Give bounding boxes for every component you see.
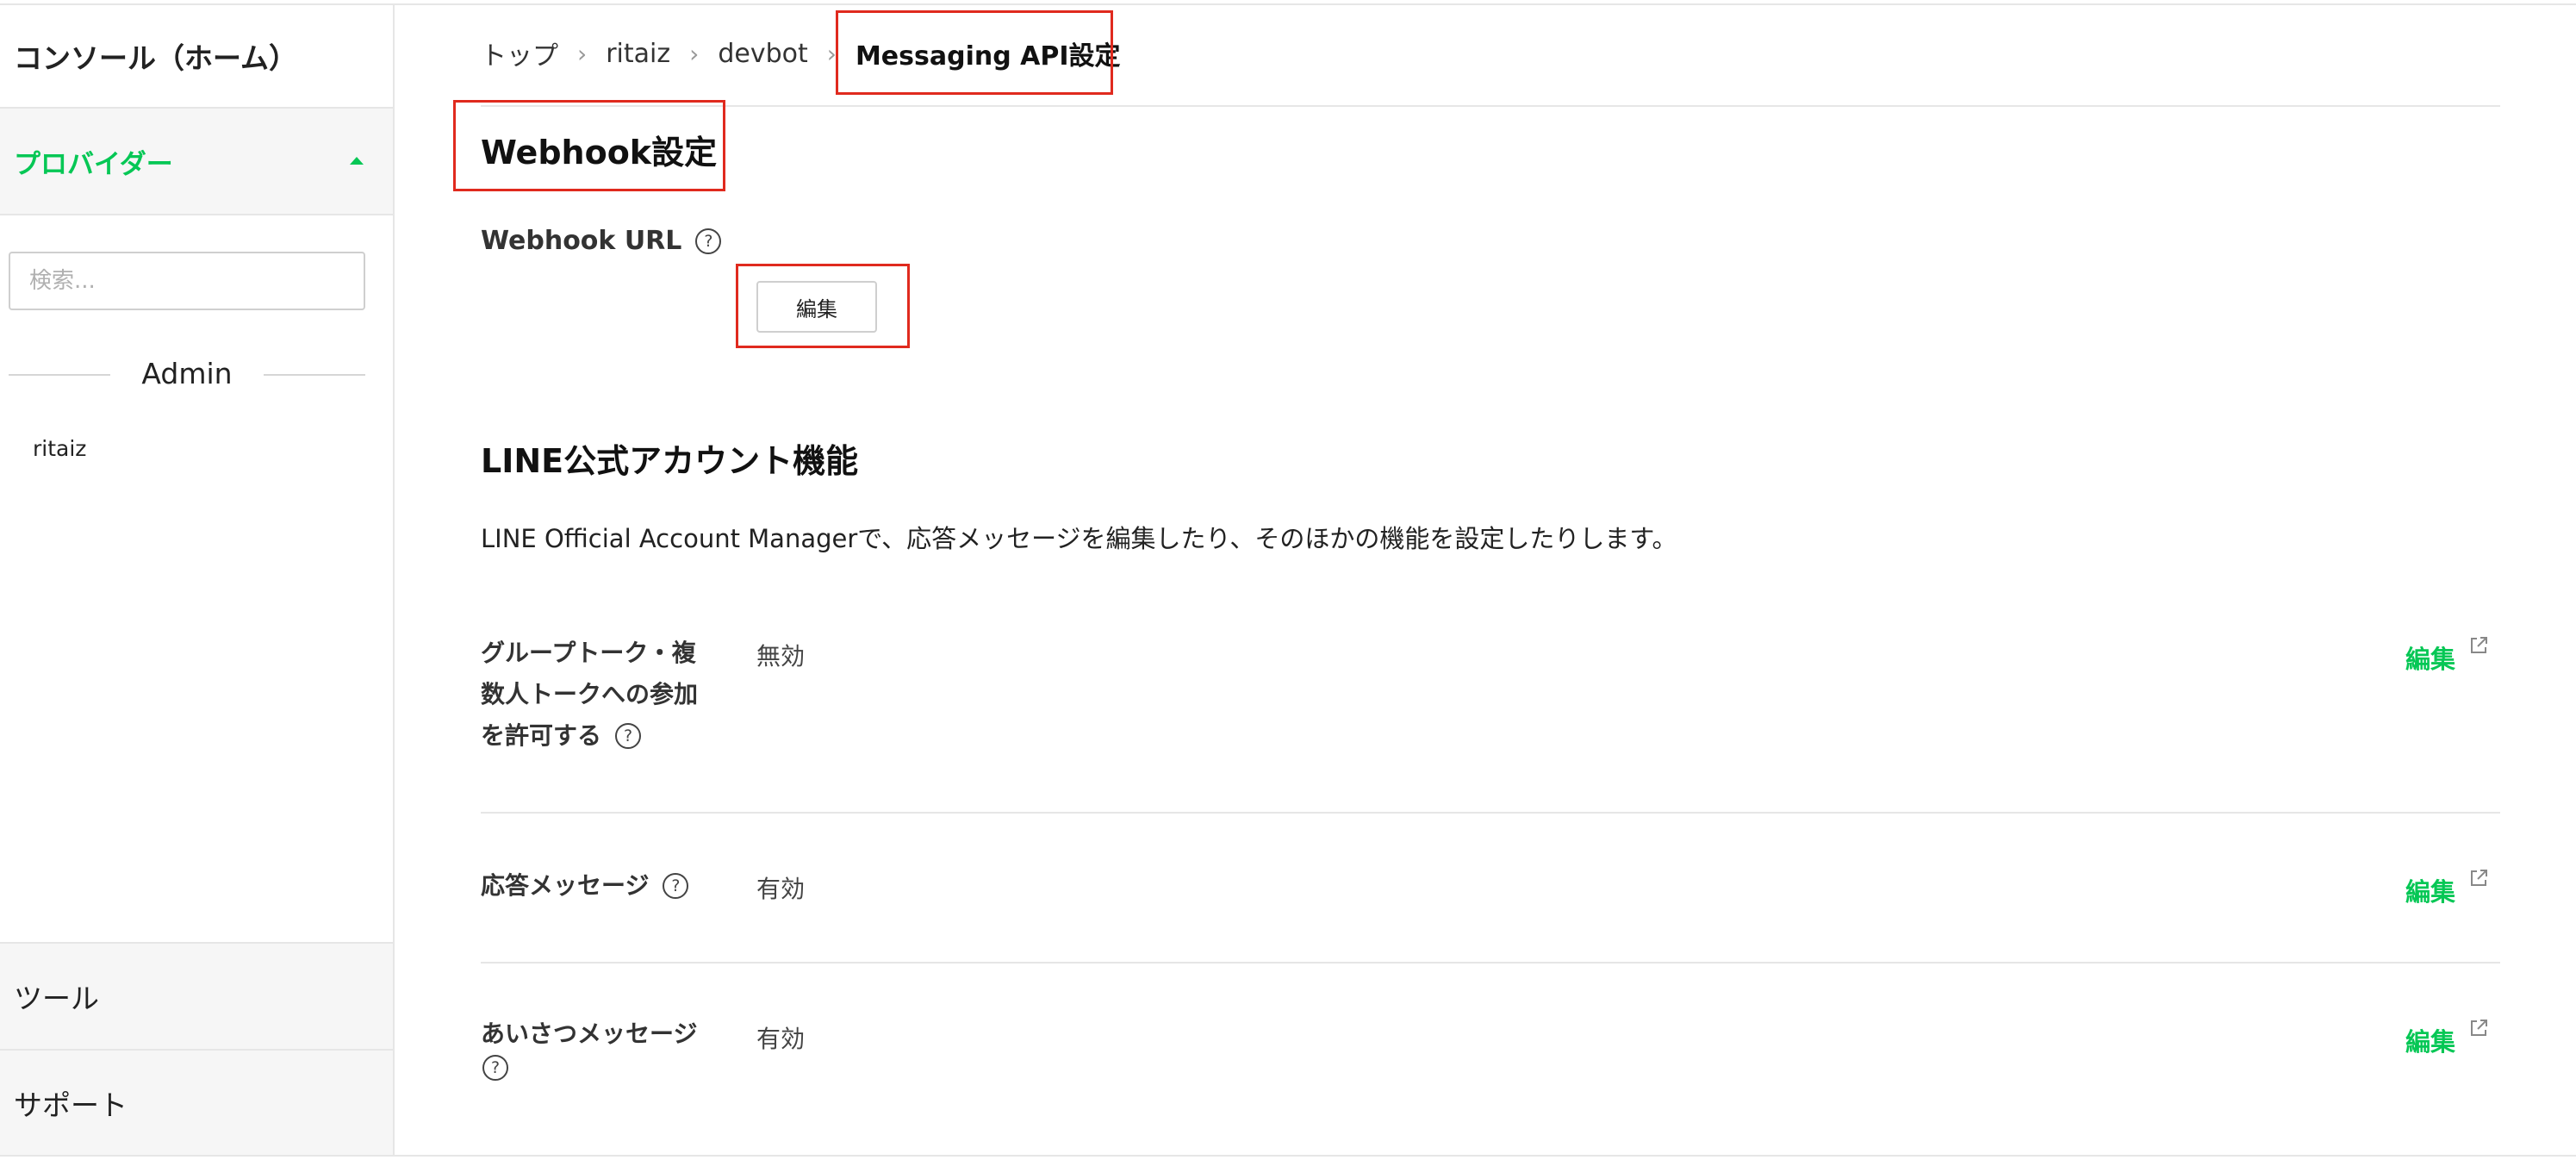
- caret-up-icon: [350, 157, 364, 165]
- external-link-icon: [2471, 870, 2488, 886]
- sidebar-item-label: ツール: [14, 982, 99, 1015]
- question-circle-icon[interactable]: ?: [663, 873, 689, 899]
- sidebar: コンソール（ホーム） プロバイダー Admin ritaiz ツール サポート: [0, 5, 395, 1155]
- sidebar-item-console-home[interactable]: コンソール（ホーム）: [0, 5, 393, 109]
- label-line: グループトーク・複: [481, 639, 696, 667]
- bottom-border: [0, 1155, 2576, 1157]
- breadcrumb-item-top[interactable]: トップ: [481, 34, 558, 72]
- setting-edit-link-auto-reply[interactable]: 編集: [2405, 870, 2490, 908]
- sidebar-item-label: プロバイダー: [14, 148, 173, 180]
- sidebar-item-label: サポート: [14, 1088, 128, 1122]
- edit-link-label: 編集: [2405, 645, 2456, 674]
- section-heading-admin: Admin: [141, 357, 233, 390]
- setting-edit-link-group-chat[interactable]: 編集: [2405, 637, 2490, 676]
- section-description: LINE Official Account Managerで、応答メッセージを編…: [481, 524, 1677, 553]
- divider: [481, 105, 2500, 107]
- setting-value-group-chat: 無効: [756, 642, 806, 670]
- label-line-with-help: を許可する ?: [481, 715, 731, 757]
- breadcrumb-item-channel[interactable]: devbot: [718, 39, 807, 69]
- highlight-box-edit-button: [736, 264, 910, 348]
- edit-link-label: 編集: [2405, 1027, 2456, 1057]
- divider: [481, 812, 2500, 814]
- divider: [264, 374, 365, 376]
- question-circle-icon[interactable]: ?: [695, 228, 722, 254]
- setting-value-auto-reply: 有効: [756, 875, 806, 903]
- chevron-right-icon: ›: [577, 39, 588, 68]
- sidebar-item-providers[interactable]: プロバイダー: [0, 109, 393, 215]
- setting-edit-link-greeting[interactable]: 編集: [2405, 1020, 2490, 1058]
- label-line: 数人トークへの参加: [481, 680, 699, 708]
- webhook-url-label: Webhook URL ?: [481, 226, 722, 256]
- field-label: Webhook URL: [481, 226, 682, 256]
- setting-label-auto-reply: 応答メッセージ ?: [481, 865, 731, 907]
- external-link-icon: [2471, 1020, 2488, 1036]
- label-line: あいさつメッセージ: [481, 1020, 698, 1048]
- sidebar-item-provider-ritaiz[interactable]: ritaiz: [33, 436, 86, 461]
- sidebar-item-label: コンソール（ホーム）: [14, 41, 298, 75]
- question-circle-icon[interactable]: ?: [615, 723, 642, 749]
- highlight-box-breadcrumb: [836, 10, 1113, 95]
- setting-label-group-chat: グループトーク・複 数人トークへの参加 を許可する ?: [481, 633, 731, 757]
- chevron-right-icon: ›: [689, 39, 700, 68]
- divider: [9, 374, 110, 376]
- question-circle-icon[interactable]: ?: [482, 1055, 508, 1081]
- setting-label-greeting: あいさつメッセージ ?: [481, 1013, 731, 1081]
- label-line: 応答メッセージ: [481, 871, 650, 900]
- divider: [481, 962, 2500, 964]
- sidebar-item-support[interactable]: サポート: [0, 1049, 393, 1155]
- label-line-with-help: ?: [481, 1055, 731, 1081]
- section-title-oa-features: LINE公式アカウント機能: [481, 442, 859, 480]
- sidebar-item-tools[interactable]: ツール: [0, 942, 393, 1049]
- setting-value-greeting: 有効: [756, 1025, 806, 1053]
- breadcrumb-item-provider[interactable]: ritaiz: [606, 39, 670, 69]
- highlight-box-webhook-title: [453, 100, 725, 191]
- provider-search-input[interactable]: [9, 252, 365, 310]
- edit-link-label: 編集: [2405, 877, 2456, 907]
- label-line: を許可する: [481, 721, 602, 750]
- external-link-icon: [2471, 637, 2488, 653]
